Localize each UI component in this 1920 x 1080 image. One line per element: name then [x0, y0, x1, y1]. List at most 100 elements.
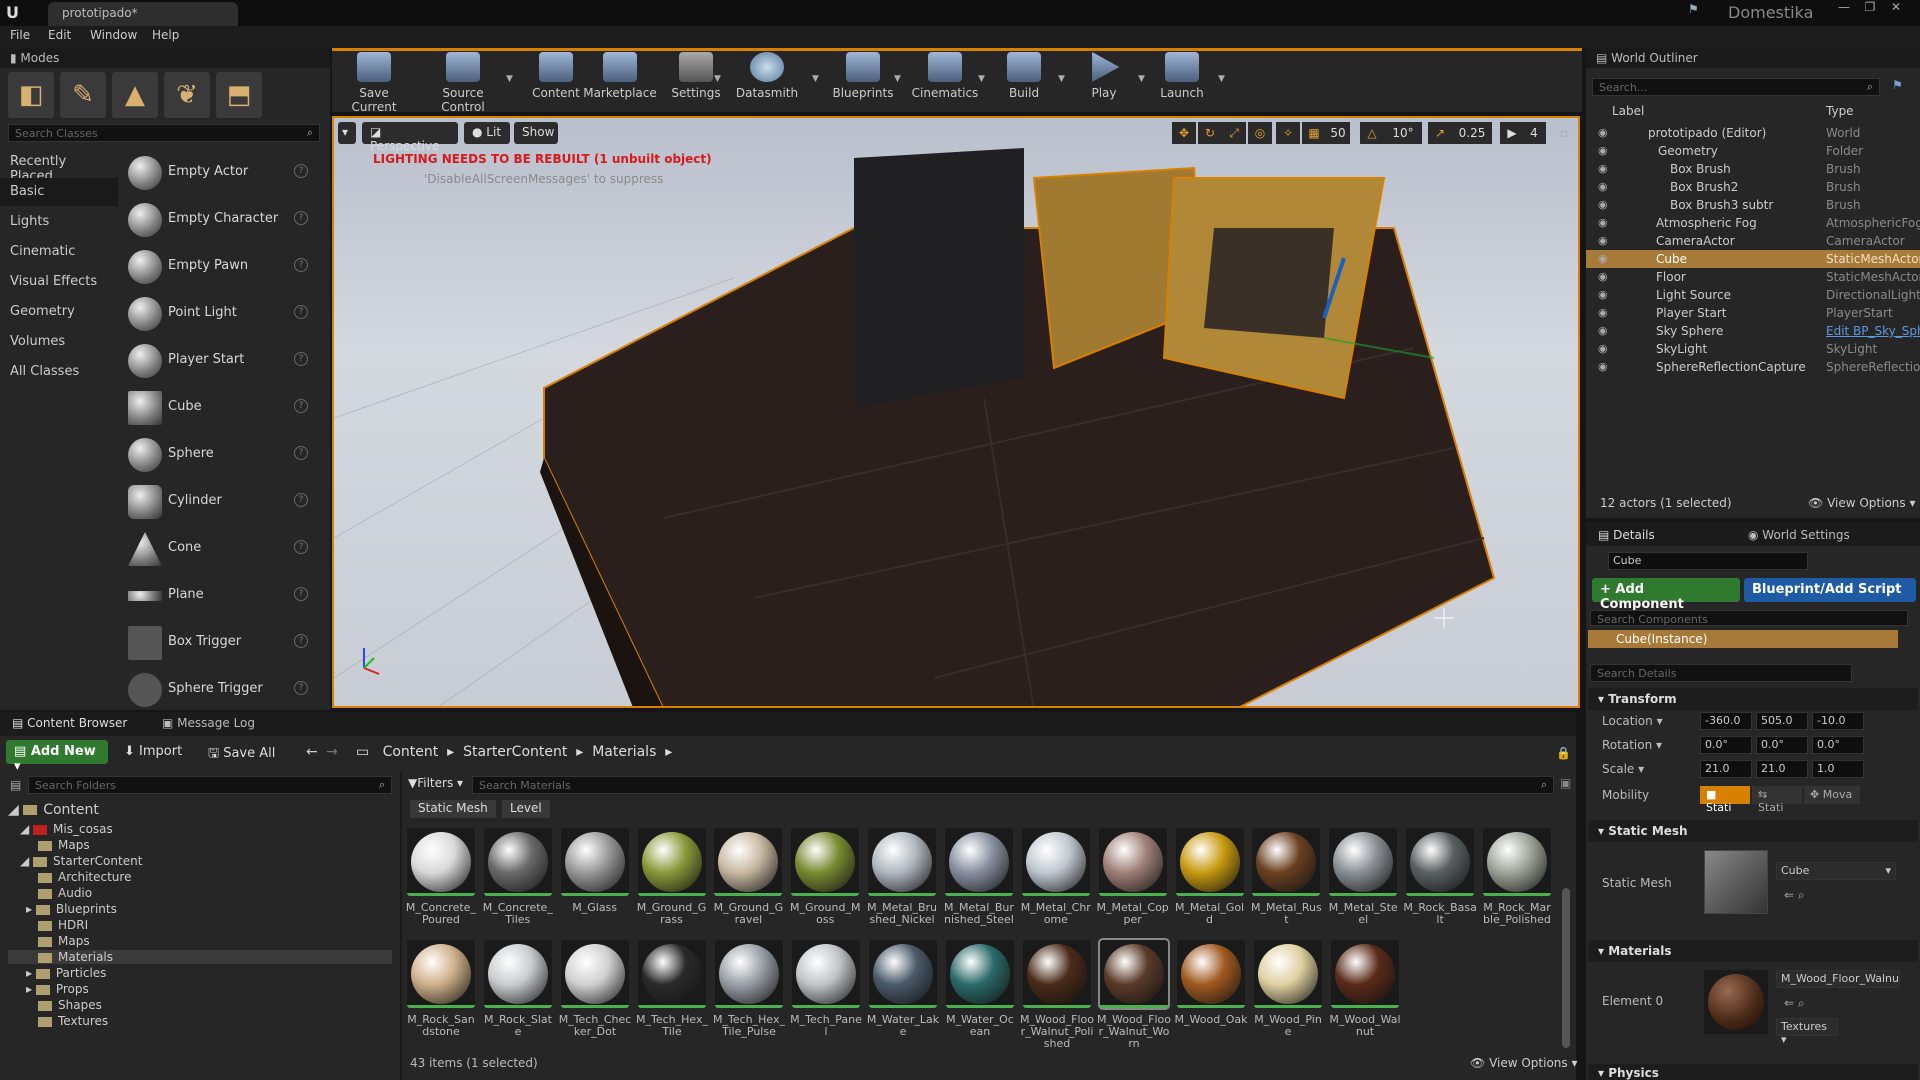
help-icon[interactable]: ? [294, 164, 308, 178]
help-icon[interactable]: ? [294, 681, 308, 695]
category-volumes[interactable]: Volumes [0, 328, 118, 356]
material-asset-tile[interactable]: M_Metal_Rust [1249, 828, 1323, 936]
camera-speed-value[interactable]: 4 [1522, 122, 1546, 144]
material-asset-tile[interactable]: M_Wood_Oak [1174, 940, 1248, 1048]
show-button[interactable]: Show [514, 122, 558, 144]
column-type[interactable]: Type [1826, 104, 1854, 118]
world-outliner-tab[interactable]: ▤ World Outliner [1586, 48, 1920, 68]
material-asset-tile[interactable]: M_Concrete_Poured [404, 828, 478, 936]
outliner-row[interactable]: ◉ SkyLight SkyLight [1586, 340, 1920, 358]
place-item-sphere-trigger[interactable]: Sphere Trigger? [124, 667, 308, 713]
maximize-viewport-icon[interactable]: ▫ [1552, 122, 1576, 144]
source-control-status-icon[interactable]: ⚑ [1688, 2, 1712, 24]
save-search-icon[interactable]: ▣ [1560, 776, 1571, 790]
breadcrumb-content[interactable]: Content [383, 744, 439, 760]
scale-y-field[interactable]: 21.0 [1756, 760, 1808, 778]
import-button[interactable]: ⬇ Import [124, 744, 182, 759]
visibility-eye-icon[interactable]: ◉ [1598, 252, 1608, 265]
place-item-player-start[interactable]: Player Start? [124, 338, 308, 384]
outliner-row[interactable]: ◉Sky SphereEdit BP_Sky_Sphere [1586, 322, 1920, 340]
rotation-label[interactable]: Rotation ▾ [1602, 738, 1662, 752]
actor-name-field[interactable]: Cube [1608, 552, 1808, 570]
material-asset-tile[interactable]: M_Rock_Basalt [1403, 828, 1477, 936]
scale-x-field[interactable]: 21.0 [1700, 760, 1752, 778]
splitter[interactable] [400, 772, 402, 1080]
menu-window[interactable]: Window [90, 28, 137, 42]
outliner-settings-icon[interactable]: ⚑ [1892, 78, 1903, 92]
visibility-eye-icon[interactable]: ◉ [1598, 126, 1608, 139]
outliner-row[interactable]: ◉ Box Brush3 subtr Brush [1586, 196, 1920, 214]
menu-help[interactable]: Help [152, 28, 179, 42]
datasmith-dropdown-icon[interactable]: ▼ [812, 74, 819, 84]
minimize-icon[interactable]: — [1832, 0, 1856, 16]
outliner-row[interactable]: ◉ Atmospheric Fog AtmosphericFog [1586, 214, 1920, 232]
source-control-dropdown-icon[interactable]: ▼ [506, 74, 513, 84]
help-icon[interactable]: ? [294, 258, 308, 272]
content-browser-tab[interactable]: ▤ Content Browser [12, 716, 127, 730]
visibility-eye-icon[interactable]: ◉ [1598, 234, 1608, 247]
material-asset-tile[interactable]: M_Metal_Copper [1096, 828, 1170, 936]
outliner-row[interactable]: ◉ Player Start PlayerStart [1586, 304, 1920, 322]
tree-maps-mis-cosas[interactable]: Maps [38, 838, 90, 852]
rotation-x-field[interactable]: 0.0° [1700, 736, 1752, 754]
material-asset-tile[interactable]: M_Water_Lake [866, 940, 940, 1048]
material-dropdown[interactable]: M_Wood_Floor_Walnut [1776, 970, 1900, 988]
outliner-search-input[interactable]: Search... ⌕ [1592, 78, 1880, 96]
visibility-eye-icon[interactable]: ◉ [1598, 216, 1608, 229]
material-asset-tile[interactable]: M_Metal_Steel [1326, 828, 1400, 936]
place-item-empty-pawn[interactable]: Empty Pawn? [124, 244, 308, 290]
place-item-cone[interactable]: Cone? [124, 526, 308, 572]
material-asset-tile[interactable]: M_Wood_Pine [1251, 940, 1325, 1048]
tree-blueprints[interactable]: ▸ Blueprints [26, 902, 117, 916]
cinematics-dropdown-icon[interactable]: ▼ [978, 74, 985, 84]
outliner-row[interactable]: ◉ Light Source DirectionalLight [1586, 286, 1920, 304]
material-asset-tile[interactable]: M_Wood_Walnut [1328, 940, 1402, 1048]
location-z-field[interactable]: -10.0 [1812, 712, 1864, 730]
world-settings-tab[interactable]: ◉ World Settings [1748, 528, 1850, 542]
filters-button[interactable]: ▼Filters ▾ [408, 776, 463, 790]
tree-hdri[interactable]: HDRI [38, 918, 88, 932]
grid-snap-icon[interactable]: ▦ [1302, 122, 1326, 144]
launch-dropdown-icon[interactable]: ▼ [1218, 74, 1225, 84]
use-selected-icon[interactable]: ⇐ ⌕ [1784, 888, 1805, 903]
help-icon[interactable]: ? [294, 305, 308, 319]
breadcrumb-materials[interactable]: Materials [592, 744, 656, 760]
material-asset-tile[interactable]: M_Tech_Hex_Tile [635, 940, 709, 1048]
search-components-input[interactable]: Search Components [1590, 610, 1908, 626]
material-asset-tile[interactable]: M_Metal_Gold [1173, 828, 1247, 936]
launch-button[interactable]: Launch [1146, 52, 1218, 110]
help-icon[interactable]: ? [294, 211, 308, 225]
add-new-button[interactable]: ▤ Add New ▾ [6, 740, 108, 774]
lock-icon[interactable]: 🔒 [1556, 746, 1571, 760]
material-asset-tile[interactable]: M_Metal_Brushed_Nickel [865, 828, 939, 936]
category-visual-effects[interactable]: Visual Effects [0, 268, 118, 296]
visibility-eye-icon[interactable]: ◉ [1598, 342, 1608, 355]
mobility-static-button[interactable]: ■ Stati [1700, 786, 1750, 814]
rotation-snap-icon[interactable]: △ [1360, 122, 1384, 144]
help-icon[interactable]: ? [294, 634, 308, 648]
mobility-movable-button[interactable]: ✥ Mova [1804, 786, 1860, 804]
tree-shapes[interactable]: Shapes [38, 998, 102, 1012]
static-mesh-dropdown[interactable]: Cube ▾ [1776, 862, 1896, 880]
mobility-stationary-button[interactable]: ⇆ Stati [1752, 786, 1802, 814]
outliner-row[interactable]: ◉ prototipado (Editor) World [1586, 124, 1920, 142]
place-item-point-light[interactable]: Point Light? [124, 291, 308, 337]
category-geometry[interactable]: Geometry [0, 298, 118, 326]
menu-edit[interactable]: Edit [48, 28, 71, 42]
tree-particles[interactable]: ▸ Particles [26, 966, 106, 980]
material-asset-tile[interactable]: M_Metal_Burnished_Steel [942, 828, 1016, 936]
search-folders-input[interactable]: Search Folders ⌕ [28, 776, 392, 794]
outliner-view-options[interactable]: 👁 View Options ▾ [1808, 496, 1916, 510]
visibility-eye-icon[interactable]: ◉ [1598, 162, 1608, 175]
back-arrow-icon[interactable]: ← [306, 744, 318, 760]
landscape-mode-icon[interactable]: ▲ [112, 72, 158, 118]
search-materials-input[interactable]: Search Materials ⌕ [472, 776, 1554, 794]
help-icon[interactable]: ? [294, 493, 308, 507]
forward-arrow-icon[interactable]: → [326, 744, 338, 760]
place-item-sphere[interactable]: Sphere? [124, 432, 308, 478]
location-label[interactable]: Location ▾ [1602, 714, 1663, 728]
play-button[interactable]: Play [1068, 52, 1140, 110]
build-button[interactable]: Build [988, 52, 1060, 110]
blueprints-button[interactable]: Blueprints [826, 52, 900, 110]
material-asset-tile[interactable]: M_Rock_Sandstone [404, 940, 478, 1048]
